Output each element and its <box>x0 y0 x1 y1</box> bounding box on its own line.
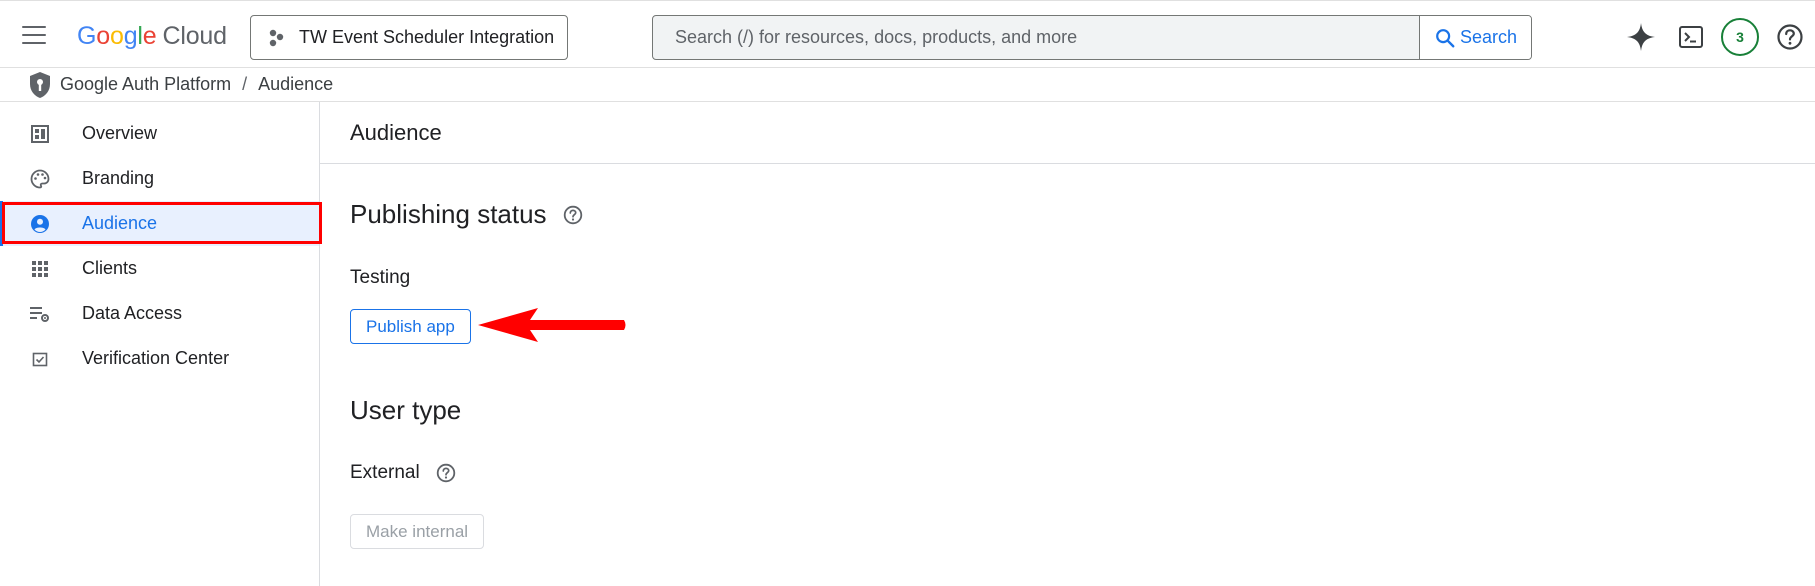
project-icon <box>269 29 284 46</box>
sidebar-item-branding[interactable]: Branding <box>0 156 319 201</box>
breadcrumb: Google Auth Platform / Audience <box>0 68 1815 102</box>
sidebar-item-label: Clients <box>82 258 138 278</box>
sidebar-item-data-access[interactable]: Data Access <box>0 291 319 336</box>
google-cloud-logo[interactable]: Google Cloud <box>77 22 227 51</box>
search-button-label: Search <box>1459 27 1518 47</box>
breadcrumb-current: Audience <box>258 74 334 94</box>
apps-grid-icon <box>28 257 52 281</box>
publishing-status-value: Testing <box>350 267 411 288</box>
notification-count-badge: 3 <box>1721 18 1759 56</box>
gemini-spark-icon <box>1627 23 1655 51</box>
user-type-value: External <box>350 462 420 483</box>
gemini-button[interactable] <box>1623 17 1659 57</box>
sidebar: Overview Branding Audience Clients Data … <box>0 102 320 586</box>
sidebar-item-clients[interactable]: Clients <box>0 246 319 291</box>
search-icon <box>1436 28 1455 47</box>
user-type-title: User type <box>350 395 462 425</box>
user-type-help-icon[interactable] <box>436 463 456 483</box>
sidebar-item-label: Verification Center <box>82 348 230 368</box>
search-button[interactable]: Search <box>1419 16 1531 59</box>
account-circle-icon <box>28 212 52 236</box>
sidebar-item-label: Overview <box>82 123 158 143</box>
breadcrumb-root-link[interactable]: Google Auth Platform <box>60 74 231 95</box>
sidebar-item-label: Data Access <box>82 303 183 323</box>
dashboard-icon <box>28 122 52 146</box>
breadcrumb-separator: / <box>242 74 248 94</box>
search-bar: Search <box>652 15 1532 60</box>
sidebar-item-overview[interactable]: Overview <box>0 111 319 156</box>
project-picker-button[interactable]: TW Event Scheduler Integration <box>250 15 568 60</box>
data-settings-icon <box>28 302 52 326</box>
checkbox-icon <box>28 347 52 371</box>
help-button[interactable] <box>1772 17 1808 57</box>
sidebar-item-label: Audience <box>82 213 158 233</box>
publishing-status-title: Publishing status <box>350 199 547 229</box>
user-type-row: External <box>350 462 456 484</box>
make-internal-button[interactable]: Make internal <box>350 514 485 549</box>
publishing-help-icon[interactable] <box>563 205 583 225</box>
sidebar-item-verification-center[interactable]: Verification Center <box>0 336 319 381</box>
notifications-button[interactable]: 3 <box>1720 17 1760 57</box>
search-input[interactable] <box>653 16 1419 59</box>
publish-app-button[interactable]: Publish app <box>350 309 471 344</box>
top-bar: Google Cloud TW Event Scheduler Integrat… <box>0 0 1815 68</box>
shield-icon <box>30 71 50 98</box>
cloud-shell-button[interactable] <box>1673 17 1709 57</box>
cloud-shell-icon <box>1679 26 1703 48</box>
menu-icon[interactable] <box>22 26 46 44</box>
page-title: Audience <box>320 102 1815 164</box>
sidebar-item-audience[interactable]: Audience <box>0 201 319 246</box>
help-icon <box>1777 24 1803 50</box>
sidebar-item-label: Branding <box>82 168 155 188</box>
palette-icon <box>28 167 52 191</box>
annotation-arrow <box>478 308 626 342</box>
project-name: TW Event Scheduler Integration <box>299 27 555 47</box>
publishing-status-section: Publishing status <box>350 199 583 230</box>
